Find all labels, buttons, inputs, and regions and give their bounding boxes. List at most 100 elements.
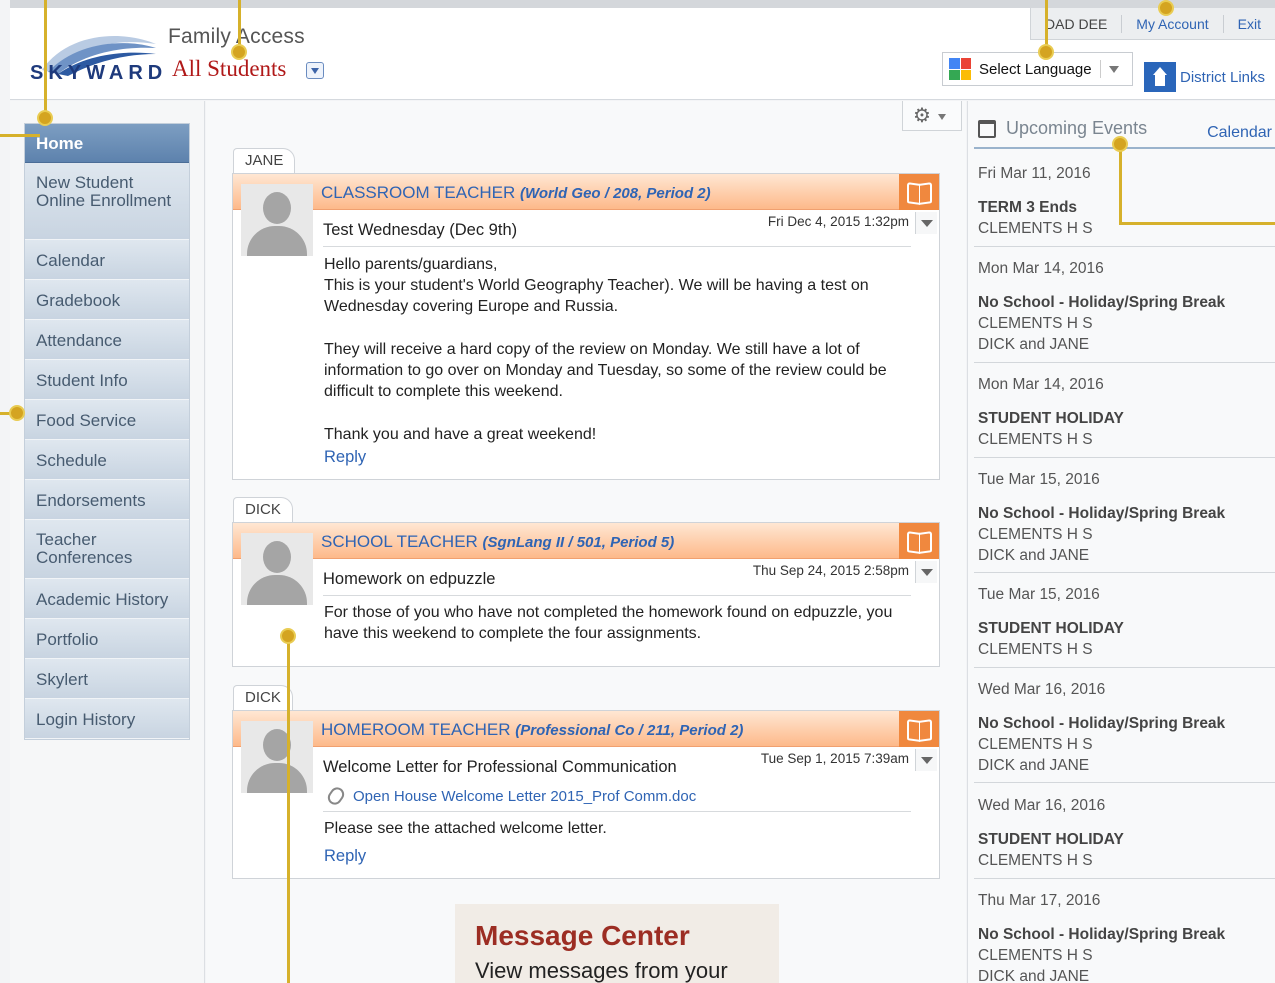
school-building-icon xyxy=(1144,62,1176,92)
calendar-link[interactable]: Calendar xyxy=(1207,124,1272,142)
event-date: Wed Mar 16, 2016 xyxy=(978,681,1106,698)
message-options-dropdown[interactable] xyxy=(915,749,937,771)
event-item[interactable]: Mon Mar 14, 2016 No School - Holiday/Spr… xyxy=(978,260,1275,355)
student-dropdown-icon[interactable] xyxy=(306,62,324,79)
event-divider xyxy=(974,667,1275,668)
event-item[interactable]: Tue Mar 15, 2016 STUDENT HOLIDAY CLEMENT… xyxy=(978,586,1275,660)
annotation-dot xyxy=(1038,44,1054,60)
event-title: TERM 3 Ends xyxy=(978,199,1078,216)
book-icon[interactable] xyxy=(899,523,939,559)
event-school: CLEMENTS H S xyxy=(978,947,1093,964)
message-divider xyxy=(323,811,911,812)
language-selector[interactable]: Select Language xyxy=(942,52,1133,86)
event-divider xyxy=(974,572,1275,573)
upcoming-events-panel: Upcoming Events Calendar Fri Mar 11, 201… xyxy=(967,101,1275,983)
message-course: (World Geo / 208, Period 2) xyxy=(520,185,711,202)
paperclip-icon xyxy=(325,784,347,808)
event-title: STUDENT HOLIDAY xyxy=(978,831,1124,848)
sidebar-item-food-service[interactable]: Food Service xyxy=(25,400,189,440)
district-links-label: District Links xyxy=(1180,68,1266,86)
reply-link[interactable]: Reply xyxy=(324,448,366,467)
message-card: SCHOOL TEACHER (SgnLang II / 501, Period… xyxy=(232,522,940,667)
message-body: Hello parents/guardians, This is your st… xyxy=(324,254,914,467)
event-title: No School - Holiday/Spring Break xyxy=(978,926,1226,943)
event-title: STUDENT HOLIDAY xyxy=(978,620,1124,637)
callout-title: Message Center xyxy=(475,920,690,951)
attachment-link[interactable]: Open House Welcome Letter 2015_Prof Comm… xyxy=(325,784,697,808)
event-item[interactable]: Thu Mar 17, 2016 No School - Holiday/Spr… xyxy=(978,892,1275,983)
chevron-down-icon xyxy=(1108,65,1119,73)
event-date: Tue Mar 15, 2016 xyxy=(978,586,1100,603)
message-paragraph: They will receive a hard copy of the rev… xyxy=(324,341,887,400)
event-item[interactable]: Fri Mar 11, 2016 TERM 3 Ends CLEMENTS H … xyxy=(978,165,1275,239)
student-selector[interactable]: All Students xyxy=(172,56,286,82)
my-account-link[interactable]: My Account xyxy=(1121,14,1222,33)
sidebar-item-portfolio[interactable]: Portfolio xyxy=(25,619,189,659)
message-options-dropdown[interactable] xyxy=(915,561,937,583)
event-date: Thu Mar 17, 2016 xyxy=(978,892,1101,909)
logo-text: SKYWARD xyxy=(30,62,168,84)
message-body: Please see the attached welcome letter. xyxy=(324,818,914,839)
event-item[interactable]: Wed Mar 16, 2016 No School - Holiday/Spr… xyxy=(978,681,1275,776)
sidebar-item-skylert[interactable]: Skylert xyxy=(25,659,189,699)
sidebar-item-home[interactable]: Home xyxy=(25,124,189,163)
message-card: CLASSROOM TEACHER (World Geo / 208, Peri… xyxy=(232,173,940,480)
avatar xyxy=(241,721,313,793)
message-sender[interactable]: CLASSROOM TEACHER (World Geo / 208, Peri… xyxy=(321,183,711,203)
message-divider xyxy=(323,595,911,596)
exit-link[interactable]: Exit xyxy=(1222,14,1275,33)
settings-button[interactable]: ⚙ xyxy=(902,101,962,131)
sidebar-item-student-info[interactable]: Student Info xyxy=(25,360,189,400)
event-item[interactable]: Tue Mar 15, 2016 No School - Holiday/Spr… xyxy=(978,471,1275,566)
message-header: CLASSROOM TEACHER (World Geo / 208, Peri… xyxy=(233,174,939,210)
event-students: DICK and JANE xyxy=(978,336,1090,353)
annotation-dot xyxy=(231,44,247,60)
annotation-line xyxy=(238,0,241,48)
sidebar-item-attendance[interactable]: Attendance xyxy=(25,320,189,360)
sidebar-item-gradebook[interactable]: Gradebook xyxy=(25,280,189,320)
event-students: DICK and JANE xyxy=(978,547,1090,564)
sidebar-item-new-student-enrollment[interactable]: New Student Online Enrollment xyxy=(25,163,189,240)
message-sender[interactable]: SCHOOL TEACHER (SgnLang II / 501, Period… xyxy=(321,532,674,552)
event-title: No School - Holiday/Spring Break xyxy=(978,505,1226,522)
event-school: CLEMENTS H S xyxy=(978,315,1093,332)
sidebar-item-login-history[interactable]: Login History xyxy=(25,699,189,739)
book-icon[interactable] xyxy=(899,711,939,747)
student-tab-jane: JANE xyxy=(233,148,296,173)
annotation-line xyxy=(44,0,47,118)
message-divider xyxy=(323,246,911,247)
sidebar-item-schedule[interactable]: Schedule xyxy=(25,440,189,480)
annotation-dot xyxy=(9,405,25,421)
nav-menu: Home New Student Online Enrollment Calen… xyxy=(24,123,190,740)
google-translate-icon xyxy=(949,58,971,80)
annotation-line xyxy=(0,134,40,137)
reply-link[interactable]: Reply xyxy=(324,847,366,866)
event-date: Wed Mar 16, 2016 xyxy=(978,797,1106,814)
sidebar: Home New Student Online Enrollment Calen… xyxy=(10,101,205,983)
sidebar-item-endorsements[interactable]: Endorsements xyxy=(25,480,189,520)
event-school: CLEMENTS H S xyxy=(978,641,1093,658)
message-course: (SgnLang II / 501, Period 5) xyxy=(482,534,675,551)
event-item[interactable]: Wed Mar 16, 2016 STUDENT HOLIDAY CLEMENT… xyxy=(978,797,1275,871)
message-options-dropdown[interactable] xyxy=(915,212,937,234)
event-divider xyxy=(974,782,1275,783)
event-school: CLEMENTS H S xyxy=(978,852,1093,869)
sidebar-item-calendar[interactable]: Calendar xyxy=(25,240,189,280)
event-school: CLEMENTS H S xyxy=(978,526,1093,543)
event-item[interactable]: Mon Mar 14, 2016 STUDENT HOLIDAY CLEMENT… xyxy=(978,376,1275,450)
message-subject: Homework on edpuzzle xyxy=(323,570,496,588)
annotation-dot xyxy=(37,110,53,126)
book-icon[interactable] xyxy=(899,174,939,210)
message-subject: Welcome Letter for Professional Communic… xyxy=(323,758,677,776)
message-sender[interactable]: HOMEROOM TEACHER (Professional Co / 211,… xyxy=(321,720,743,740)
sidebar-item-teacher-conferences[interactable]: Teacher Conferences xyxy=(25,520,189,579)
event-school: CLEMENTS H S xyxy=(978,431,1093,448)
sidebar-item-academic-history[interactable]: Academic History xyxy=(25,579,189,619)
avatar xyxy=(241,184,313,256)
callout-text: View messages from your xyxy=(475,958,728,983)
message-center: ⚙ JANE CLASSROOM TEACHER (World Geo / 20… xyxy=(206,101,966,983)
account-bar: DAD DEE My Account Exit xyxy=(1030,8,1275,40)
attachment-filename: Open House Welcome Letter 2015_Prof Comm… xyxy=(353,787,697,805)
district-links[interactable]: District Links xyxy=(1144,62,1265,92)
event-date: Mon Mar 14, 2016 xyxy=(978,376,1104,393)
